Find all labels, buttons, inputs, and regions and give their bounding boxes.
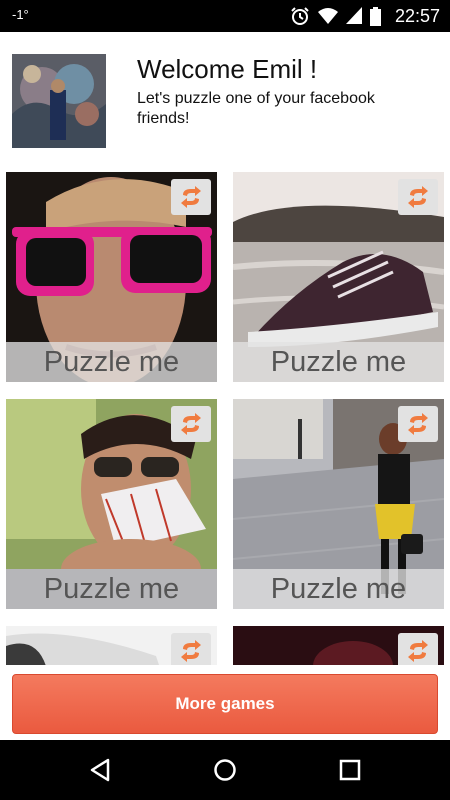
swap-button[interactable]	[398, 406, 438, 442]
bottom-bar: More games	[0, 665, 450, 740]
swap-button[interactable]	[398, 179, 438, 215]
swap-icon	[408, 413, 428, 435]
friend-tile[interactable]: Puzzle me	[6, 399, 217, 609]
recent-apps-button[interactable]	[335, 755, 365, 785]
battery-icon	[369, 6, 381, 26]
friends-grid: Puzzle me Puzzle me Puzzle me Puzzle me	[0, 172, 450, 672]
swap-icon	[408, 640, 428, 662]
friend-tile[interactable]: Puzzle me	[233, 172, 444, 382]
swap-button[interactable]	[398, 633, 438, 669]
back-icon	[90, 758, 110, 782]
alarm-icon	[290, 6, 310, 26]
status-time: 22:57	[394, 5, 440, 26]
welcome-subtitle: Let's puzzle one of your facebook friend…	[137, 90, 375, 127]
swap-button[interactable]	[171, 633, 211, 669]
recent-apps-icon	[339, 759, 361, 781]
back-button[interactable]	[85, 755, 115, 785]
status-indicator: -1°	[12, 7, 29, 22]
puzzle-me-label: Puzzle me	[233, 569, 444, 609]
swap-icon	[181, 640, 201, 662]
welcome-header: Welcome Emil ! Let's puzzle one of your …	[0, 32, 450, 162]
puzzle-me-label: Puzzle me	[233, 342, 444, 382]
status-icons: 22:57	[290, 0, 440, 32]
swap-button[interactable]	[171, 406, 211, 442]
home-button[interactable]	[210, 755, 240, 785]
wifi-icon	[317, 7, 338, 25]
friend-tile[interactable]: Puzzle me	[233, 399, 444, 609]
avatar[interactable]	[12, 54, 106, 148]
swap-icon	[408, 186, 428, 208]
home-icon	[214, 759, 236, 781]
swap-icon	[181, 186, 201, 208]
more-games-button[interactable]: More games	[12, 674, 438, 734]
welcome-title: Welcome Emil !	[137, 54, 318, 84]
friend-tile[interactable]: Puzzle me	[6, 172, 217, 382]
signal-icon	[345, 7, 362, 25]
puzzle-me-label: Puzzle me	[6, 569, 217, 609]
navigation-bar	[0, 740, 450, 800]
status-bar: -1° 22:57	[0, 0, 450, 32]
swap-icon	[181, 413, 201, 435]
puzzle-me-label: Puzzle me	[6, 342, 217, 382]
swap-button[interactable]	[171, 179, 211, 215]
